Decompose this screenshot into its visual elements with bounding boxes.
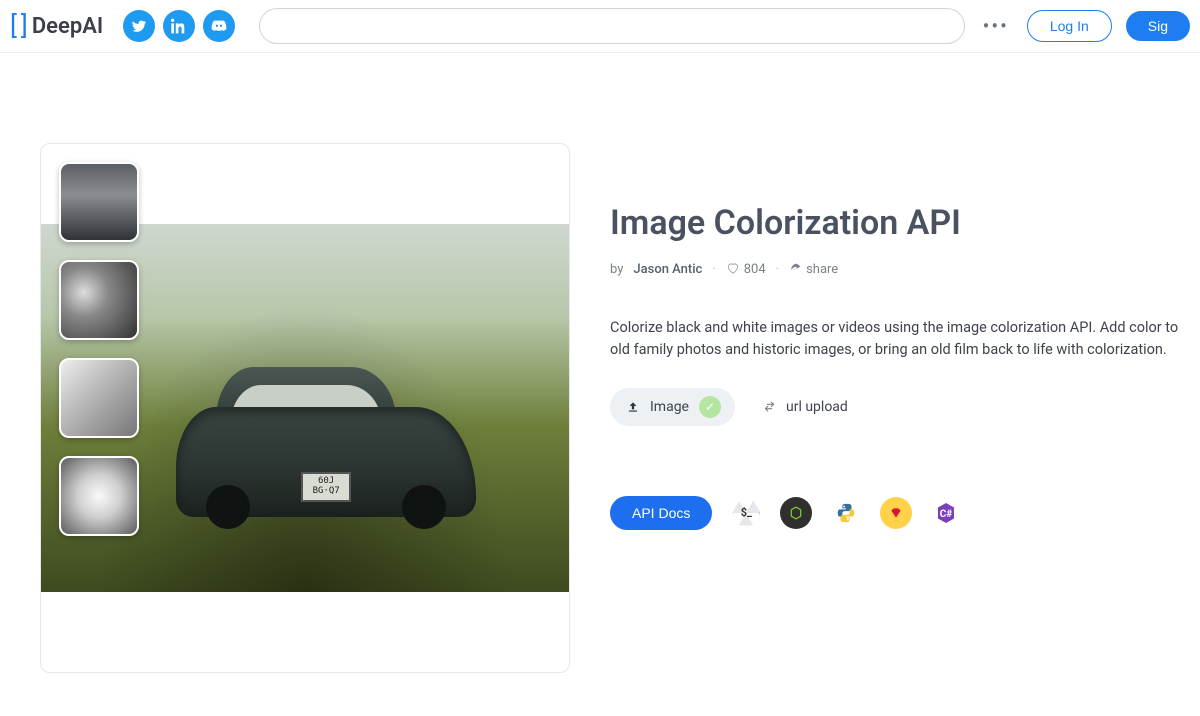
preview-card: 60J BG·Q7: [40, 143, 570, 673]
upload-image-button[interactable]: Image ✓: [610, 388, 735, 426]
page-main: 60J BG·Q7 Image Colorization API by Jaso…: [0, 53, 1200, 693]
url-upload-button[interactable]: url upload: [763, 399, 848, 415]
discord-icon[interactable]: [203, 10, 235, 42]
svg-text:C#: C#: [940, 509, 953, 520]
share-icon: [789, 262, 802, 275]
signup-button[interactable]: Sig: [1126, 11, 1190, 41]
lang-csharp-icon[interactable]: C#: [930, 497, 962, 529]
lang-node-icon[interactable]: [780, 497, 812, 529]
docs-row: API Docs $_ C#: [610, 496, 1190, 530]
example-thumbnail[interactable]: [59, 260, 139, 340]
logo-bracket-left-icon: [: [10, 11, 17, 41]
author-link[interactable]: Jason Antic: [633, 262, 702, 277]
page-title: Image Colorization API: [610, 203, 1190, 243]
like-count: 804: [744, 262, 766, 277]
login-button[interactable]: Log In: [1027, 10, 1112, 42]
more-menu-icon[interactable]: •••: [975, 14, 1017, 38]
info-column: Image Colorization API by Jason Antic · …: [610, 143, 1190, 530]
search-input[interactable]: [259, 8, 964, 44]
thumbnail-column: [59, 162, 139, 536]
lang-shell-icon[interactable]: $_: [730, 497, 762, 529]
lang-ruby-icon[interactable]: [880, 497, 912, 529]
by-prefix: by: [610, 262, 623, 277]
brand-name: DeepAI: [32, 14, 103, 39]
url-upload-label: url upload: [786, 399, 848, 415]
logo-bracket-right-icon: ]: [21, 11, 28, 41]
car-illustration: 60J BG·Q7: [176, 357, 476, 537]
upload-image-label: Image: [650, 399, 689, 415]
share-button[interactable]: share: [789, 262, 838, 277]
upload-icon: [626, 400, 640, 414]
search-container: [259, 8, 964, 44]
swap-icon: [763, 400, 776, 413]
social-links: [123, 10, 235, 42]
example-thumbnail[interactable]: [59, 162, 139, 242]
upload-check-icon: ✓: [699, 396, 721, 418]
twitter-icon[interactable]: [123, 10, 155, 42]
brand-logo[interactable]: [ ] DeepAI: [10, 11, 103, 41]
example-thumbnail[interactable]: [59, 456, 139, 536]
like-button[interactable]: 804: [726, 261, 766, 277]
page-meta: by Jason Antic · 804 · share: [610, 261, 1190, 277]
linkedin-icon[interactable]: [163, 10, 195, 42]
license-plate: 60J BG·Q7: [301, 472, 351, 502]
site-header: [ ] DeepAI ••• Log In Sig: [0, 0, 1200, 53]
share-label: share: [806, 262, 838, 277]
api-description: Colorize black and white images or video…: [610, 317, 1190, 362]
example-thumbnail[interactable]: [59, 358, 139, 438]
lang-python-icon[interactable]: [830, 497, 862, 529]
heart-icon: [726, 261, 740, 275]
upload-options: Image ✓ url upload: [610, 388, 1190, 426]
api-docs-button[interactable]: API Docs: [610, 496, 712, 530]
